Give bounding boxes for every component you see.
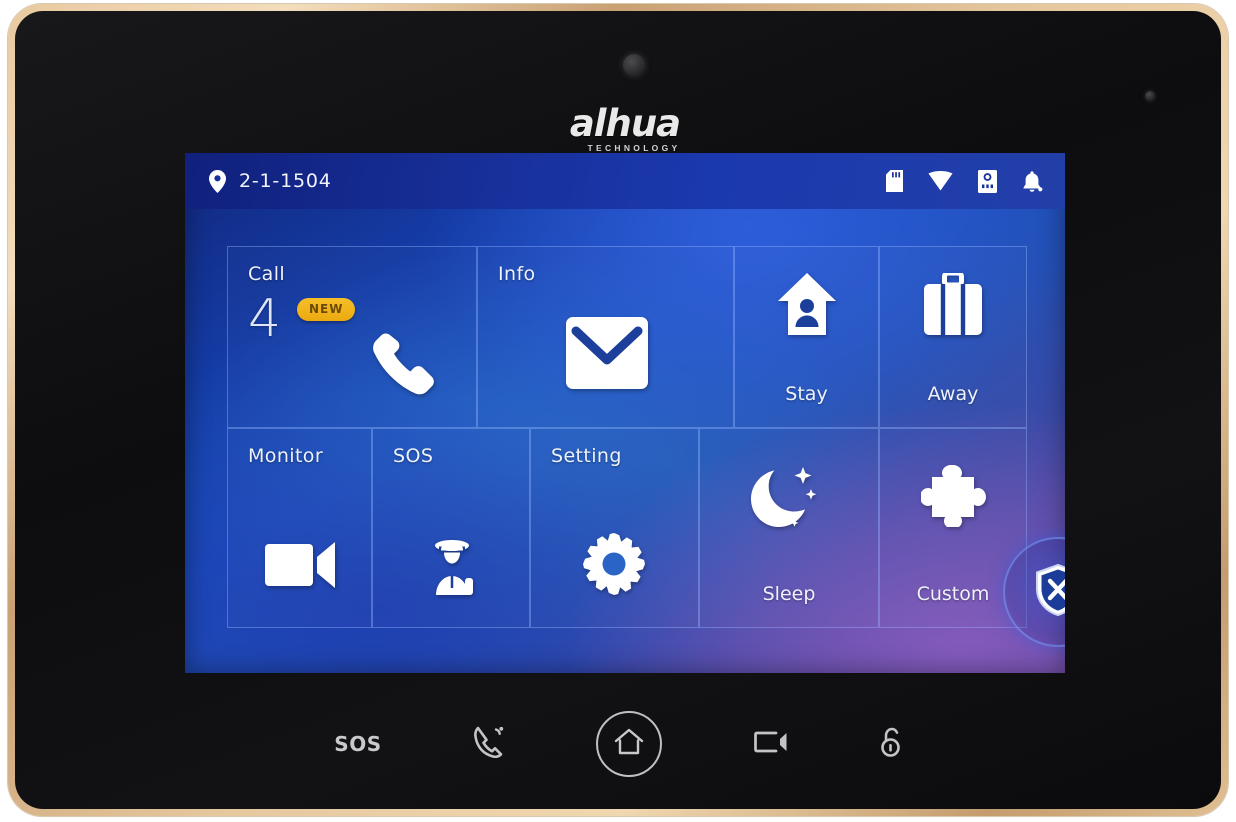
tile-sos[interactable]: SOS xyxy=(372,428,530,628)
brand-logo: alhua TECHNOLOGY xyxy=(15,105,1221,153)
video-camera-icon xyxy=(753,731,788,758)
brand-subtitle: TECHNOLOGY xyxy=(587,143,681,153)
tile-call-label: Call xyxy=(248,263,286,285)
status-bar: 2-1-1504 xyxy=(185,153,1065,209)
hw-button-sos[interactable]: SOS xyxy=(334,732,382,756)
tile-call-count: 4 xyxy=(248,289,282,349)
house-person-icon xyxy=(735,273,878,340)
home-tile-grid: Call 4 NEW Info Stay Away Monitor SOS Se… xyxy=(227,246,1027,628)
device-body: alhua TECHNOLOGY 2-1-1504 Call 4 NEW Inf… xyxy=(15,11,1221,809)
home-icon xyxy=(614,728,644,761)
dahua-indoor-monitor-device: alhua TECHNOLOGY 2-1-1504 Call 4 NEW Inf… xyxy=(8,4,1228,816)
phone-icon xyxy=(368,329,446,412)
phone-call-icon xyxy=(473,726,504,763)
hw-button-call[interactable] xyxy=(473,726,504,763)
tile-setting[interactable]: Setting xyxy=(530,428,699,628)
tile-away[interactable]: Away xyxy=(879,246,1027,428)
briefcase-icon xyxy=(880,270,1026,340)
tile-sos-label: SOS xyxy=(393,445,434,467)
puzzle-piece-icon xyxy=(920,465,987,532)
camera-lens xyxy=(623,54,645,76)
brand-wordmark: alhua xyxy=(569,102,681,145)
tile-call[interactable]: Call 4 NEW xyxy=(227,246,477,428)
bell-icon xyxy=(1022,170,1043,193)
tile-info-label: Info xyxy=(498,263,536,285)
wifi-icon xyxy=(928,171,953,191)
security-guard-icon xyxy=(425,537,481,600)
status-bar-left: 2-1-1504 xyxy=(209,169,332,193)
envelope-icon xyxy=(566,317,648,394)
hw-button-home[interactable] xyxy=(595,711,662,777)
video-camera-icon xyxy=(265,539,335,596)
tile-info[interactable]: Info xyxy=(477,246,734,428)
tile-sleep-label: Sleep xyxy=(762,583,816,605)
shield-x-icon xyxy=(1035,563,1065,621)
hardware-button-bar: SOS xyxy=(15,689,1221,799)
hw-button-unlock[interactable] xyxy=(880,727,902,762)
unlock-icon xyxy=(880,727,902,762)
touch-screen[interactable]: 2-1-1504 Call 4 NEW Info Stay Away Monit… xyxy=(185,153,1065,673)
gear-icon xyxy=(583,533,645,600)
tile-call-new-badge: NEW xyxy=(297,298,356,321)
sd-card-icon xyxy=(886,170,903,192)
door-station-icon xyxy=(978,169,997,193)
tile-stay[interactable]: Stay xyxy=(734,246,879,428)
tile-away-label: Away xyxy=(927,383,979,405)
tile-sleep[interactable]: Sleep xyxy=(699,428,879,628)
tile-setting-label: Setting xyxy=(551,445,622,467)
tile-monitor-label: Monitor xyxy=(248,445,324,467)
moon-stars-icon xyxy=(748,467,817,534)
light-sensor-dot xyxy=(1145,91,1155,101)
sos-text-icon: SOS xyxy=(334,732,382,756)
location-pin-icon xyxy=(209,169,226,193)
tile-monitor[interactable]: Monitor xyxy=(227,428,372,628)
tile-stay-label: Stay xyxy=(785,383,828,405)
status-bar-icons xyxy=(886,169,1043,193)
location-label: 2-1-1504 xyxy=(239,170,332,192)
hw-button-monitor[interactable] xyxy=(753,731,788,758)
